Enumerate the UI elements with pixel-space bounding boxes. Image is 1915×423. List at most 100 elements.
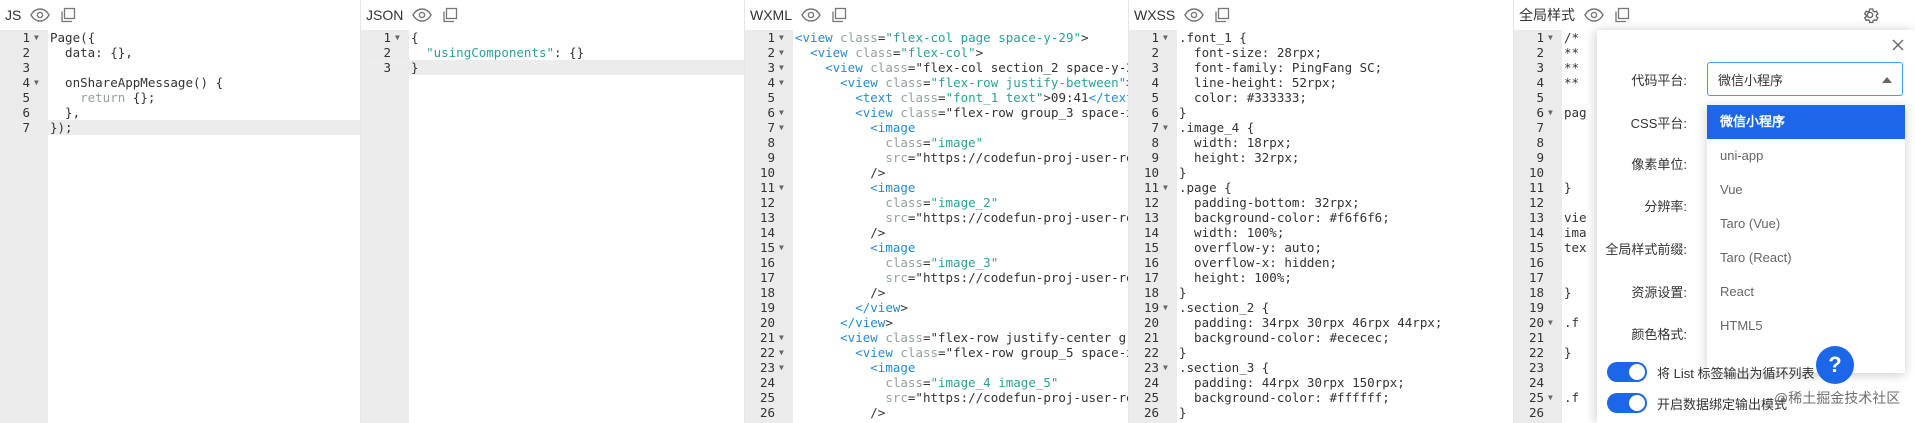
copy-icon[interactable]	[828, 4, 850, 26]
line-number: 6	[22, 105, 30, 120]
code-text: .f	[1564, 315, 1580, 330]
code-line: 3 ▼ <view class="flex-col section_2 space…	[745, 60, 1128, 75]
fold-arrow-icon[interactable]: ▼	[1548, 315, 1553, 330]
code-line: 1 ▼ {	[361, 30, 744, 45]
fold-arrow-icon[interactable]: ▼	[34, 30, 39, 45]
fold-arrow-icon[interactable]: ▼	[779, 240, 784, 255]
eye-icon[interactable]	[1183, 4, 1205, 26]
code-text: vie	[1564, 210, 1587, 225]
code-text: <view class="flex-col page space-y-29">	[795, 30, 1089, 45]
copy-icon[interactable]	[57, 4, 79, 26]
fold-arrow-icon[interactable]: ▼	[1163, 360, 1168, 375]
code-text: width: 100%;	[1179, 225, 1285, 240]
line-number: 9	[767, 150, 775, 165]
code-line: 18}	[1129, 285, 1513, 300]
code-editor[interactable]: 1 ▼ .font_1 {2 font-size: 28rpx; 3 font-fam…	[1129, 30, 1513, 423]
fold-arrow-icon[interactable]: ▼	[1548, 30, 1553, 45]
fold-arrow-icon[interactable]: ▼	[34, 75, 39, 90]
line-number: 22	[1528, 345, 1544, 360]
platform-option[interactable]: Taro (React)	[1707, 241, 1905, 275]
code-text: }	[411, 60, 419, 75]
line-number: 19	[1143, 300, 1159, 315]
eye-icon[interactable]	[1583, 4, 1605, 26]
copy-icon[interactable]	[1611, 4, 1633, 26]
code-text: background-color: #ffffff;	[1179, 390, 1390, 405]
code-text: />	[795, 285, 886, 300]
code-text: overflow-y: auto;	[1179, 240, 1322, 255]
line-number: 4	[767, 75, 775, 90]
pane-header: JSON	[361, 0, 744, 30]
fold-arrow-icon[interactable]: ▼	[779, 120, 784, 135]
eye-icon[interactable]	[411, 4, 433, 26]
global-prefix-label: 全局样式前缀:	[1605, 241, 1687, 257]
fold-arrow-icon[interactable]: ▼	[779, 30, 784, 45]
data-binding-toggle[interactable]	[1607, 393, 1647, 413]
line-number: 24	[1143, 375, 1159, 390]
platform-option[interactable]: uni-app	[1707, 139, 1905, 173]
line-number: 11	[1528, 180, 1544, 195]
code-line: 6 },	[0, 105, 360, 120]
platform-option[interactable]: Taro (Vue)	[1707, 207, 1905, 241]
code-text: ima	[1564, 225, 1587, 240]
help-button[interactable]: ?	[1816, 346, 1854, 384]
code-editor[interactable]: 1 ▼ <view class="flex-col page space-y-29"…	[745, 30, 1128, 423]
eye-icon[interactable]	[800, 4, 822, 26]
line-number: 5	[1151, 90, 1159, 105]
code-text: }	[1179, 165, 1187, 180]
copy-icon[interactable]	[1211, 4, 1233, 26]
fold-arrow-icon[interactable]: ▼	[779, 60, 784, 75]
wxml-pane: WXML 1 ▼ <view class="flex-col page space-y…	[745, 0, 1129, 423]
fold-arrow-icon[interactable]: ▼	[1548, 105, 1553, 120]
code-text: **	[1564, 45, 1580, 60]
fold-arrow-icon[interactable]: ▼	[779, 345, 784, 360]
line-number: 2	[1151, 45, 1159, 60]
platform-option[interactable]: HTML5	[1707, 309, 1905, 343]
code-text: <view class="flex-col section_2 space-y-…	[825, 60, 1128, 75]
line-number: 3	[22, 60, 30, 75]
platform-option[interactable]: 微信小程序	[1707, 105, 1905, 139]
code-editor[interactable]: 1 ▼{2 "usingComponents": {} 3}	[361, 30, 744, 423]
fold-arrow-icon[interactable]: ▼	[1163, 180, 1168, 195]
code-line: 8 width: 18rpx;	[1129, 135, 1513, 150]
gear-icon[interactable]	[1859, 4, 1881, 26]
fold-arrow-icon[interactable]: ▼	[779, 330, 784, 345]
copy-icon[interactable]	[439, 4, 461, 26]
fold-arrow-icon[interactable]: ▼	[1163, 30, 1168, 45]
line-number: 2	[767, 45, 775, 60]
code-editor[interactable]: 1 ▼ Page({2 data: {}, 3 4 ▼ onShareAppMessage…	[0, 30, 360, 423]
code-line: 4 ▼ <view class="flex-row justify-between…	[745, 75, 1128, 90]
platform-option[interactable]: Vue	[1707, 173, 1905, 207]
fold-arrow-icon[interactable]: ▼	[1163, 120, 1168, 135]
code-line: 2 ▼ <view class="flex-col">	[745, 45, 1128, 60]
code-line: 19 ▼ .section_2 {	[1129, 300, 1513, 315]
code-line: 24 class="image_4 image_5"	[745, 375, 1128, 390]
platform-option[interactable]: React	[1707, 275, 1905, 309]
code-text: .font_1 {	[1179, 30, 1247, 45]
fold-arrow-icon[interactable]: ▼	[1163, 300, 1168, 315]
platform-select[interactable]: 微信小程序	[1707, 62, 1903, 96]
code-text: .section_2 {	[1179, 300, 1270, 315]
code-line: 9 height: 32rpx;	[1129, 150, 1513, 165]
line-number: 4	[1536, 75, 1544, 90]
fold-arrow-icon[interactable]: ▼	[779, 105, 784, 120]
fold-arrow-icon[interactable]: ▼	[779, 75, 784, 90]
line-number: 25	[759, 390, 775, 405]
code-line: 1 ▼ <view class="flex-col page space-y-29"…	[745, 30, 1128, 45]
line-number: 10	[759, 165, 775, 180]
fold-arrow-icon[interactable]: ▼	[1548, 390, 1553, 405]
code-text: Page({	[50, 30, 96, 45]
eye-icon[interactable]	[29, 4, 51, 26]
fold-arrow-icon[interactable]: ▼	[779, 360, 784, 375]
fold-arrow-icon[interactable]: ▼	[395, 30, 400, 45]
pane-title: WXSS	[1134, 7, 1176, 23]
fold-arrow-icon[interactable]: ▼	[779, 45, 784, 60]
code-text: />	[795, 225, 886, 240]
code-line: 13 src="https://codefun-proj-user-re	[745, 210, 1128, 225]
list-loop-toggle[interactable]	[1607, 362, 1647, 382]
fold-arrow-icon[interactable]: ▼	[779, 180, 784, 195]
close-icon[interactable]	[1889, 36, 1907, 54]
code-text: **	[1564, 75, 1580, 90]
code-line: 7 ▼ <image	[745, 120, 1128, 135]
color-format-label: 颜色格式:	[1631, 326, 1687, 342]
